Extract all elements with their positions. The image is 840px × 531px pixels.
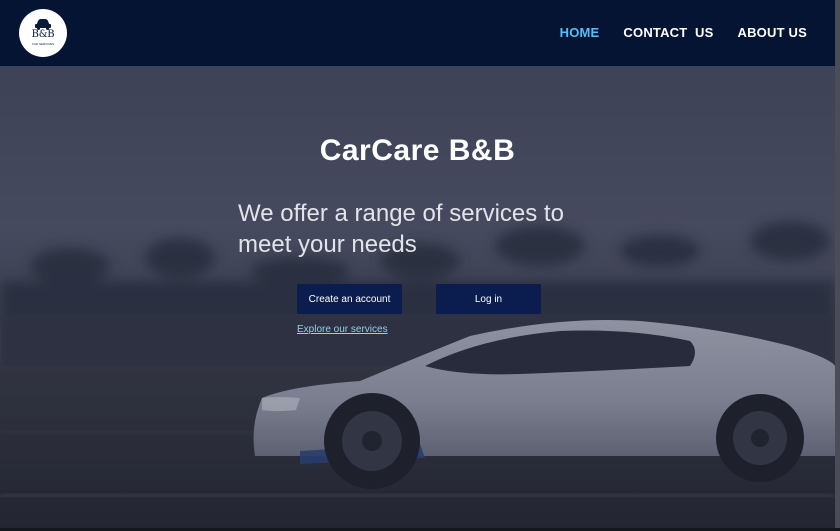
explore-services-link[interactable]: Explore our services	[297, 324, 388, 335]
hero-section: CarCare B&B We offer a range of services…	[0, 66, 835, 528]
nav-about-link[interactable]: ABOUT US	[738, 25, 808, 41]
top-navigation-bar: B&B CAR SERVICES HOME CONTACT US ABOUT U…	[0, 0, 835, 66]
hero-title: CarCare B&B	[319, 134, 516, 167]
nav-contact-link[interactable]: CONTACT US	[623, 25, 713, 41]
logo-subtext: CAR SERVICES	[31, 42, 55, 46]
window-edge	[835, 0, 840, 531]
brand-logo[interactable]: B&B CAR SERVICES	[19, 9, 67, 57]
logo-text: B&B	[31, 29, 55, 40]
hero-subtitle: We offer a range of services to meet you…	[238, 200, 564, 258]
hero-content: CarCare B&B We offer a range of services…	[0, 66, 835, 528]
login-button[interactable]: Log in	[436, 284, 541, 314]
nav-home-link[interactable]: HOME	[560, 25, 600, 41]
main-nav: HOME CONTACT US ABOUT US	[560, 25, 807, 41]
create-account-button[interactable]: Create an account	[297, 284, 402, 314]
